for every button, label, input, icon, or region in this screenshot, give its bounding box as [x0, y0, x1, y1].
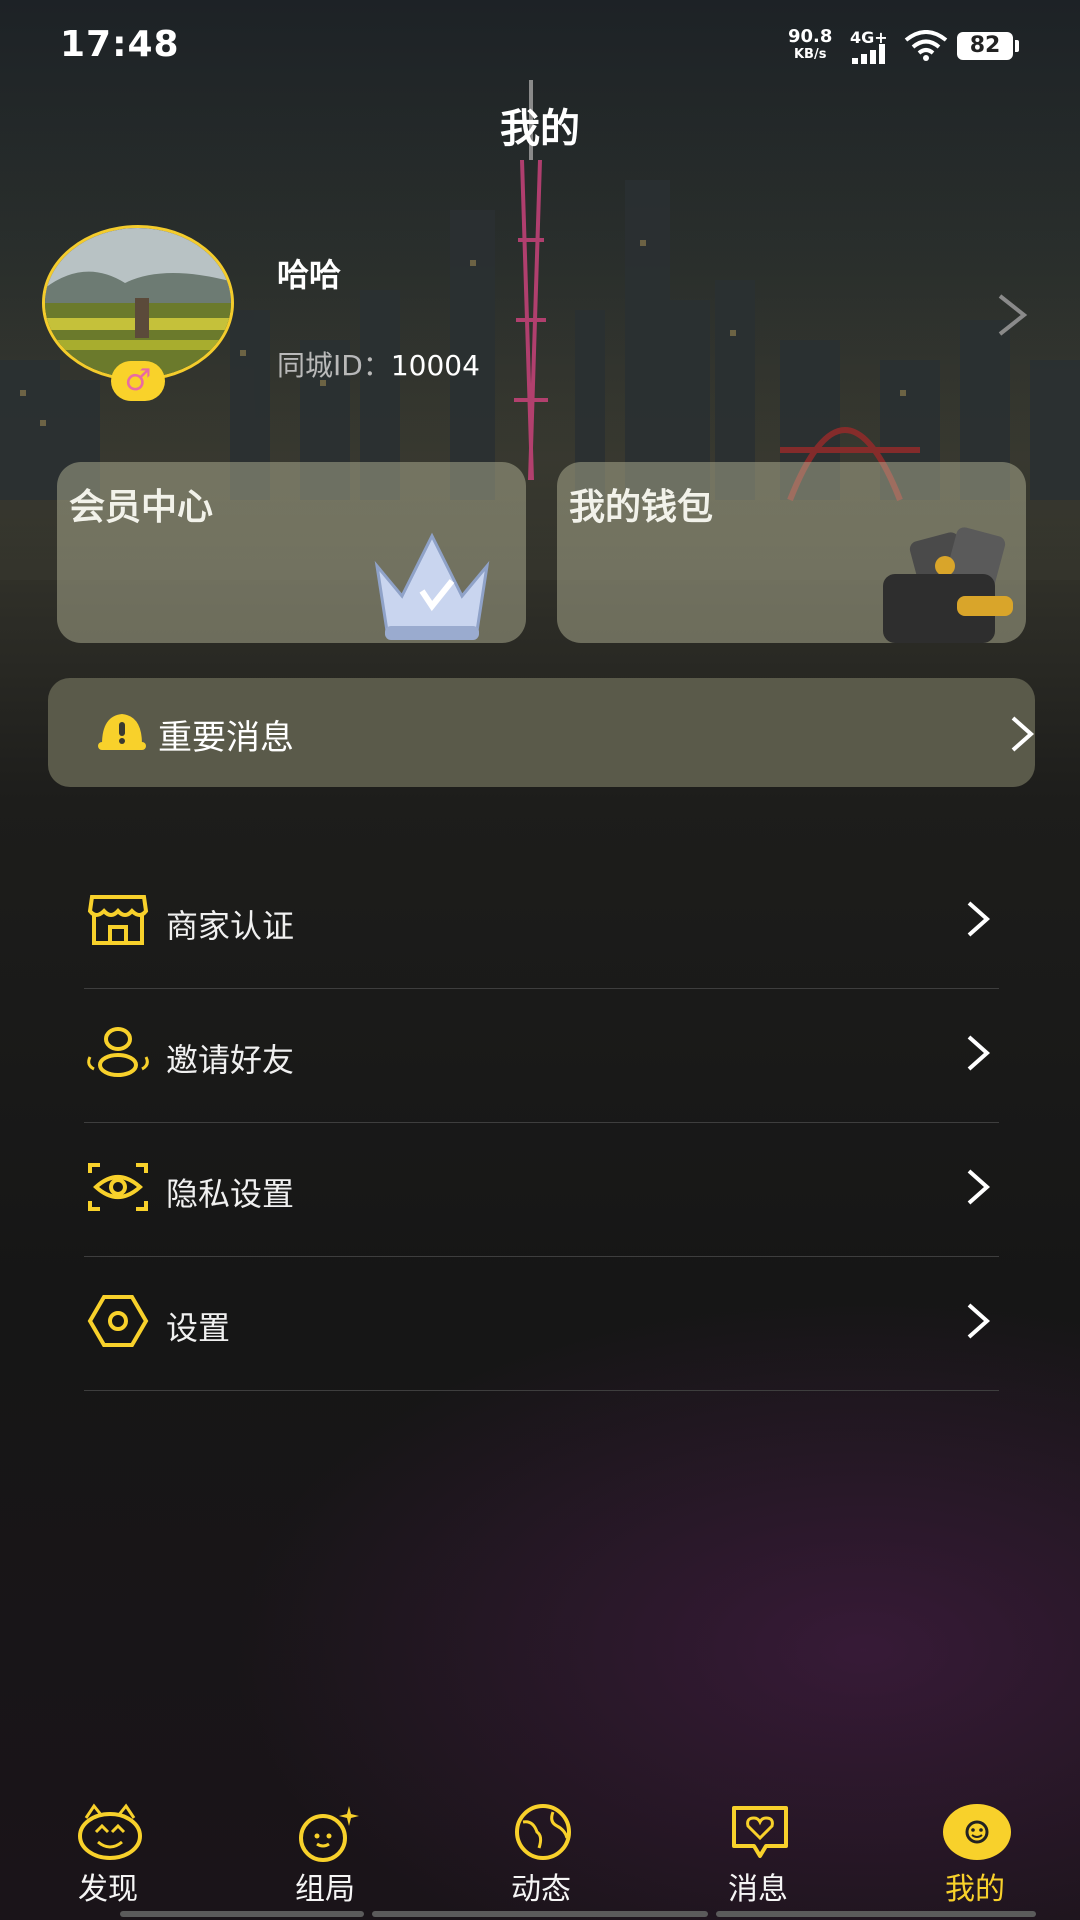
discover-icon	[78, 1803, 142, 1860]
chevron-right-icon	[967, 901, 991, 937]
menu-label: 商家认证	[166, 907, 295, 945]
status-time: 17:48	[60, 24, 180, 65]
tab-messages[interactable]: 消息	[688, 1790, 828, 1910]
wallet-icon	[883, 527, 1013, 643]
system-nav-bar-segment	[716, 1911, 1036, 1917]
wifi-icon	[904, 30, 948, 61]
bottom-tab-bar: 发现 组局 动态 消息 我的	[0, 1790, 1080, 1920]
user-id-label: 同城ID：	[277, 349, 391, 382]
important-message-label: 重要消息	[158, 718, 294, 758]
profile-chevron-icon[interactable]	[992, 292, 1032, 338]
user-id-value: 10004	[390, 349, 480, 382]
menu-label: 隐私设置	[166, 1175, 295, 1213]
status-bar: 17:48 90.8 KB/s 4G+ 82	[0, 0, 1080, 92]
network-speed-unit: KB/s	[793, 47, 827, 62]
tab-me[interactable]: 我的	[905, 1790, 1045, 1910]
group-icon	[299, 1806, 359, 1862]
shop-icon	[87, 895, 149, 945]
chevron-right-icon	[967, 1303, 991, 1339]
message-heart-icon	[732, 1806, 788, 1858]
bell-alert-icon	[98, 714, 146, 750]
chevron-right-icon	[967, 1035, 991, 1071]
page-title: 我的	[500, 106, 580, 152]
battery-indicator: 82	[957, 32, 1019, 60]
crown-icon	[374, 532, 490, 640]
tab-label: 消息	[728, 1872, 788, 1907]
menu-item-merchant-verify[interactable]: 商家认证	[84, 855, 999, 989]
vip-center-card[interactable]: 会员中心	[57, 462, 526, 643]
tab-label: 我的	[945, 1872, 1005, 1907]
avatar[interactable]	[42, 225, 234, 381]
network-speed: 90.8 KB/s	[788, 28, 832, 64]
tab-label: 动态	[511, 1872, 571, 1907]
cell-signal-icon	[852, 44, 885, 64]
chevron-right-icon	[967, 1169, 991, 1205]
tab-discover[interactable]: 发现	[38, 1790, 178, 1910]
privacy-eye-icon	[88, 1163, 148, 1211]
invite-friends-icon	[87, 1027, 149, 1077]
network-speed-value: 90.8	[788, 26, 833, 47]
username: 哈哈	[277, 256, 342, 294]
tab-label: 发现	[78, 1872, 138, 1907]
system-nav-bar-segment	[372, 1911, 708, 1917]
me-smile-icon	[943, 1804, 1011, 1860]
menu-item-invite-friends[interactable]: 邀请好友	[84, 989, 999, 1123]
tab-label: 组局	[295, 1872, 355, 1907]
vip-center-label: 会员中心	[69, 487, 214, 528]
system-nav-bar-segment	[120, 1911, 364, 1917]
avatar-photo	[45, 228, 231, 378]
tab-moments[interactable]: 动态	[471, 1790, 611, 1910]
wallet-label: 我的钱包	[569, 487, 714, 528]
menu-label: 设置	[166, 1309, 231, 1347]
chevron-right-icon	[1011, 716, 1035, 752]
user-id: 同城ID：10004	[277, 344, 480, 384]
tab-group[interactable]: 组局	[255, 1790, 395, 1910]
wallet-card[interactable]: 我的钱包	[557, 462, 1026, 643]
settings-hexagon-icon	[87, 1295, 149, 1347]
menu-item-privacy-settings[interactable]: 隐私设置	[84, 1123, 999, 1257]
important-message-bar[interactable]: 重要消息	[48, 678, 1035, 787]
moments-globe-icon	[515, 1804, 571, 1860]
gender-badge: ♂	[111, 361, 165, 401]
menu-label: 邀请好友	[166, 1041, 295, 1079]
menu-item-settings[interactable]: 设置	[84, 1257, 999, 1391]
